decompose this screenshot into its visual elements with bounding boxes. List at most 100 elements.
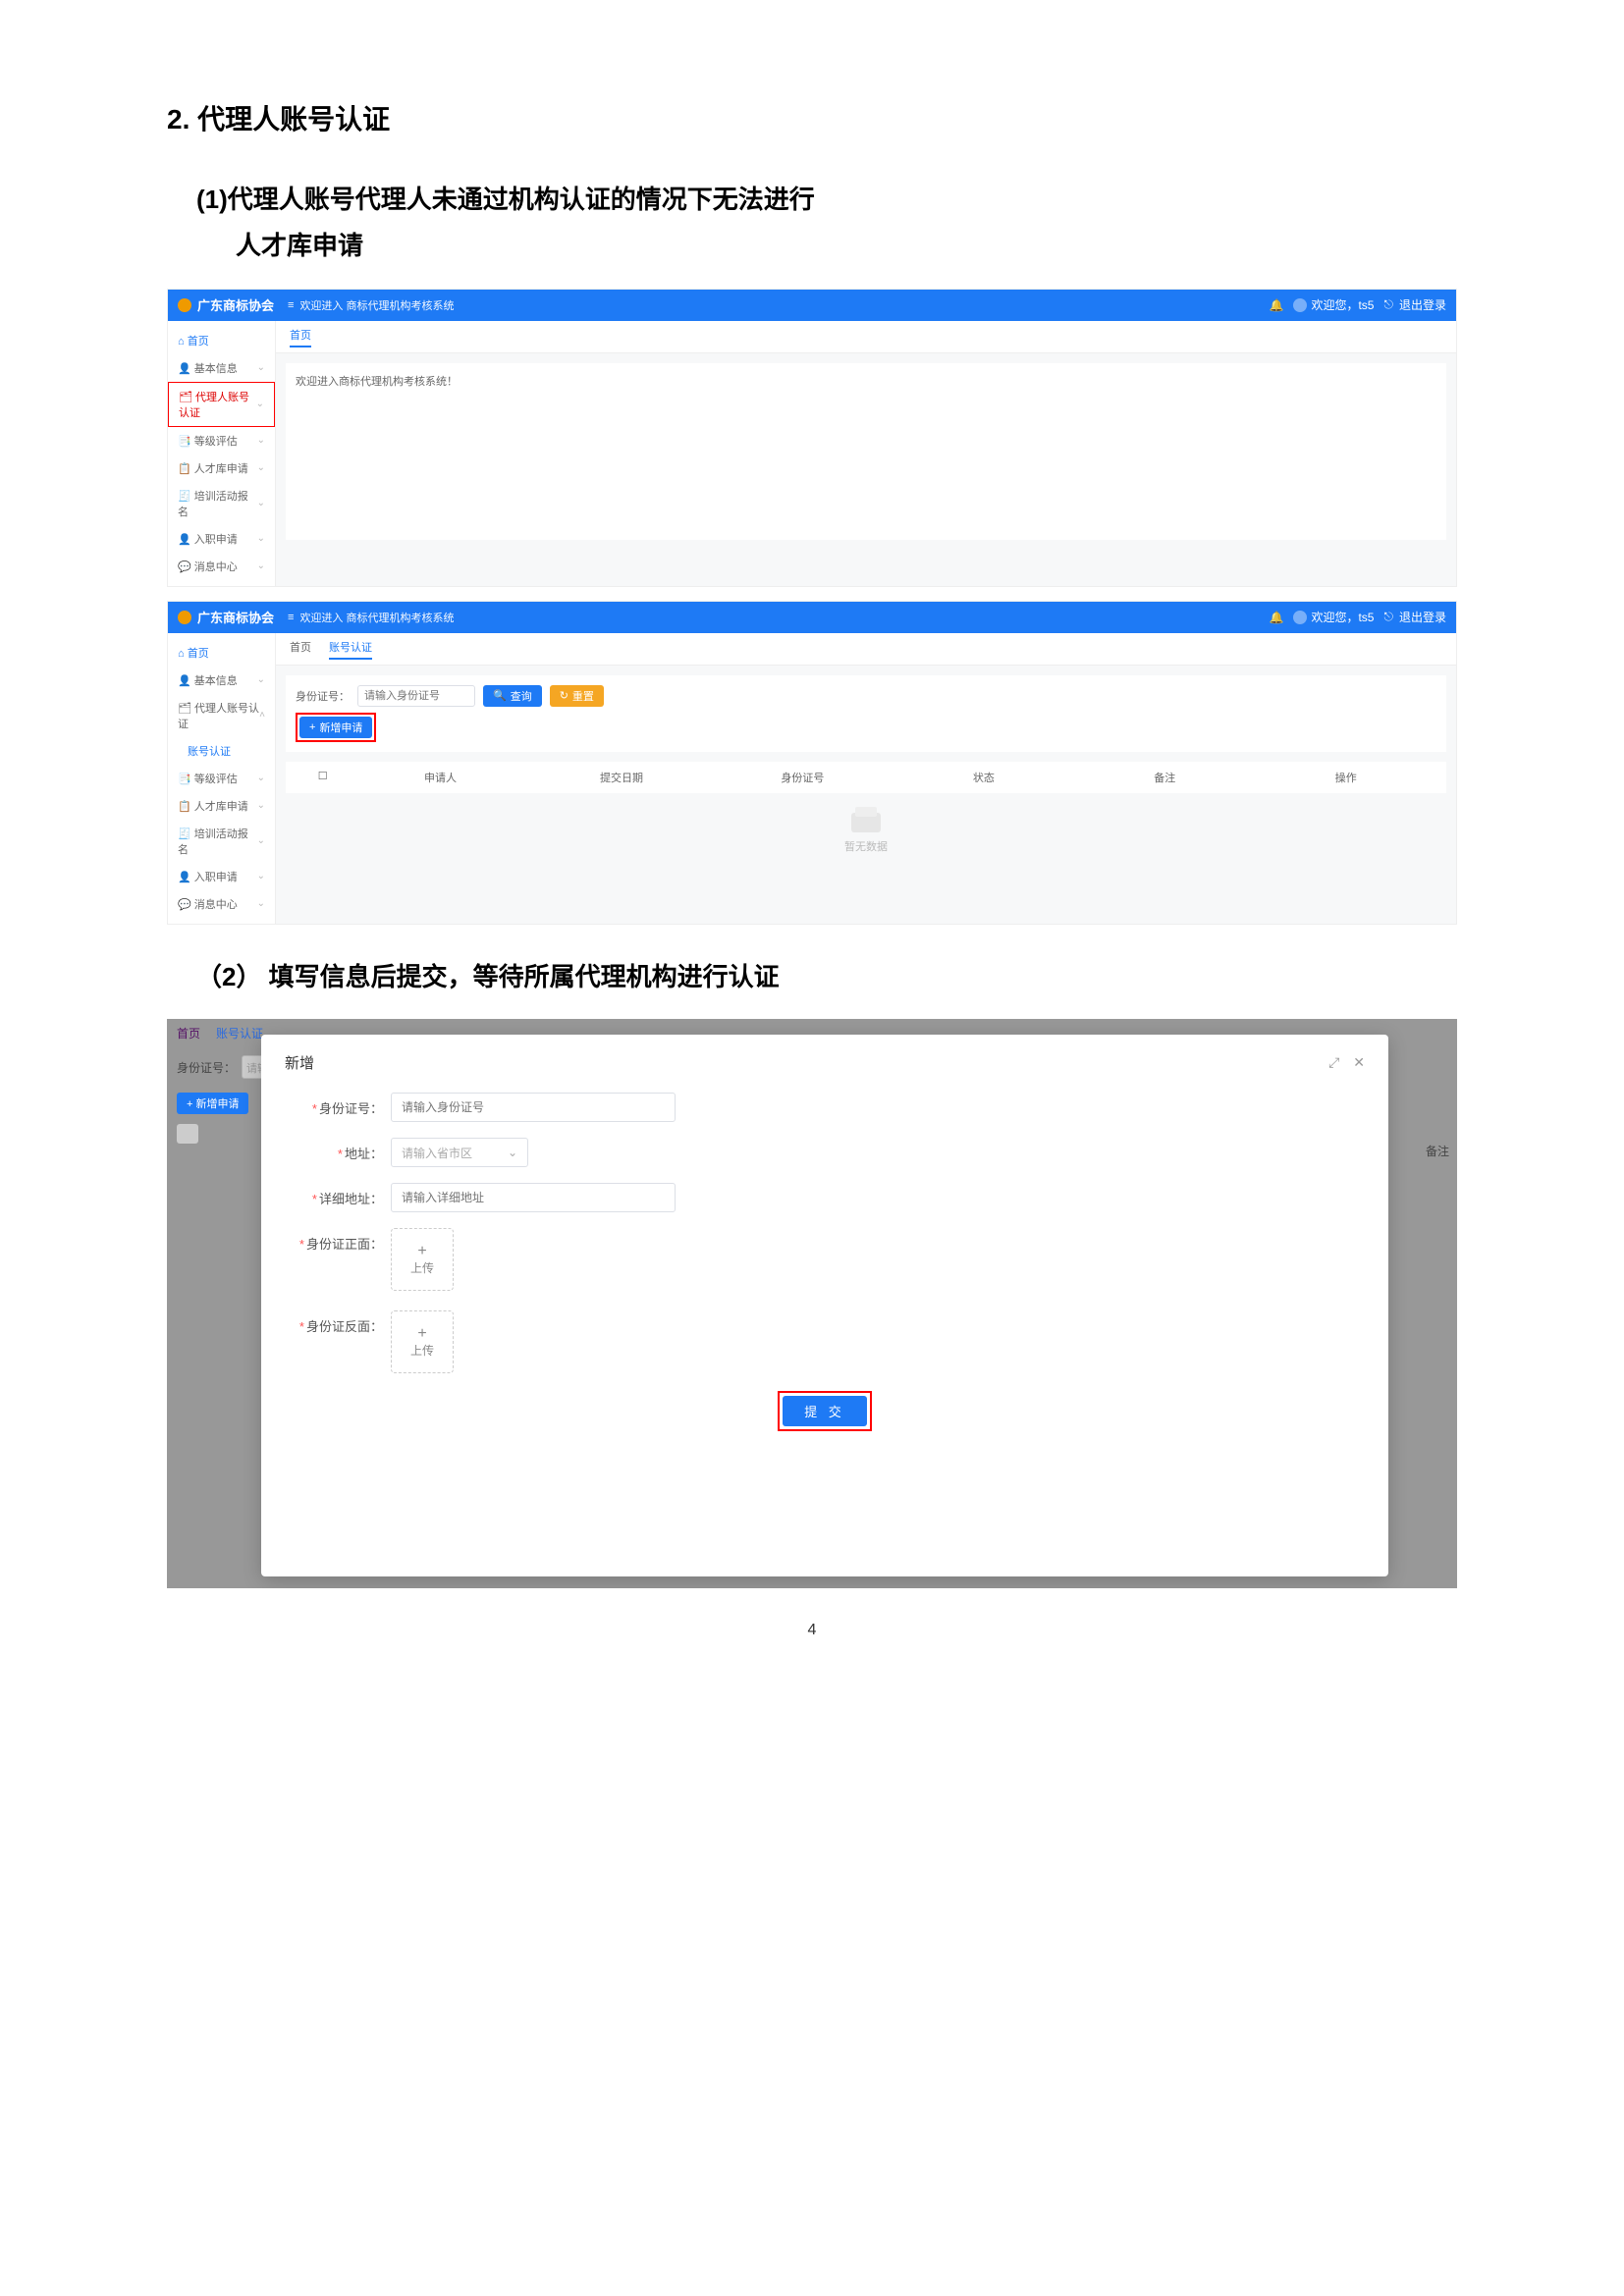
add-button[interactable]: +新增申请 <box>299 717 372 738</box>
header-subtitle: ≡ 欢迎进入 商标代理机构考核系统 <box>288 297 454 313</box>
upload-front[interactable]: + 上传 <box>391 1228 454 1291</box>
nav-train[interactable]: 🧾 培训活动报名⌄ <box>168 820 275 863</box>
menu-icon[interactable]: ≡ <box>288 612 294 623</box>
nav-auth[interactable]: 🗂 代理人账号认证˄ <box>168 694 275 737</box>
figure-2: 广东商标协会 ≡ 欢迎进入 商标代理机构考核系统 🔔 欢迎您，ts5 ⎋ 退出登… <box>167 601 1457 925</box>
bg-tab-home[interactable]: 首页 <box>177 1025 200 1041</box>
dialog: 新增 ⤢ ✕ *身份证号： *地址： 请输入省市区⌄ *详细地址： <box>261 1035 1388 1576</box>
brand-name: 广东商标协会 <box>197 295 274 314</box>
nav-home-label: 首页 <box>188 648 209 660</box>
nav-msg[interactable]: 💬 消息中心⌄ <box>168 553 275 580</box>
chevron-down-icon: ⌄ <box>257 362 265 373</box>
logout-link[interactable]: 退出登录 <box>1399 609 1446 625</box>
chevron-down-icon: ⌄ <box>257 674 265 685</box>
reset-label: 重置 <box>572 688 594 704</box>
expand-icon[interactable]: ⤢ <box>1328 1054 1339 1071</box>
chevron-down-icon: ⌄ <box>257 435 265 446</box>
chevron-down-icon: ⌄ <box>257 898 265 909</box>
nav-home[interactable]: ⌂ 首页 <box>168 327 275 354</box>
plus-icon: + <box>417 1244 426 1259</box>
bg-checkbox[interactable] <box>177 1124 198 1144</box>
table-header: ☐ 申请人 提交日期 身份证号 状态 备注 操作 <box>286 762 1446 793</box>
welcome-text: 欢迎您，ts5 <box>1311 609 1374 625</box>
nav-entry[interactable]: 👤 入职申请⌄ <box>168 863 275 890</box>
nav-msg-label: 消息中心 <box>194 899 238 911</box>
nav-basic-label: 基本信息 <box>194 675 238 687</box>
home-icon: ⌂ <box>178 336 185 347</box>
field-id-input[interactable] <box>391 1093 676 1122</box>
col-checkbox[interactable]: ☐ <box>296 770 350 785</box>
heading-main: 2. 代理人账号认证 <box>167 98 1457 137</box>
empty-icon <box>851 813 881 832</box>
field-addr-placeholder: 请输入省市区 <box>402 1145 472 1161</box>
bell-icon[interactable]: 🔔 <box>1270 611 1284 624</box>
close-icon[interactable]: ✕ <box>1353 1054 1365 1071</box>
reset-button[interactable]: ↻重置 <box>550 685 604 707</box>
receipt-icon: 🧾 <box>178 491 191 503</box>
upload-back[interactable]: + 上传 <box>391 1310 454 1373</box>
chevron-down-icon: ⌄ <box>508 1146 517 1159</box>
heading-sub-2: （2） 填写信息后提交，等待所属代理机构进行认证 <box>196 954 1457 1000</box>
submit-button[interactable]: 提 交 <box>783 1396 867 1426</box>
nav-train[interactable]: 🧾 培训活动报名⌄ <box>168 482 275 525</box>
id-input[interactable] <box>357 685 475 707</box>
nav-basic[interactable]: 👤 基本信息⌄ <box>168 354 275 382</box>
nav-talent[interactable]: 📋 人才库申请⌄ <box>168 454 275 482</box>
chat-icon: 💬 <box>178 561 191 573</box>
nav-rank[interactable]: 📑 等级评估⌄ <box>168 765 275 792</box>
logout-link[interactable]: 退出登录 <box>1399 296 1446 313</box>
bg-tab-auth[interactable]: 账号认证 <box>216 1025 263 1041</box>
nav-auth-sub-label: 账号认证 <box>188 743 231 759</box>
nav-entry[interactable]: 👤 入职申请⌄ <box>168 525 275 553</box>
logout-icon[interactable]: ⎋ <box>1383 297 1393 312</box>
nav-talent-label: 人才库申请 <box>194 463 248 475</box>
nav-auth-sub[interactable]: 账号认证 <box>168 737 275 765</box>
doc-icon: 📑 <box>178 774 191 785</box>
chevron-down-icon: ⌄ <box>257 533 265 544</box>
bell-icon[interactable]: 🔔 <box>1270 298 1284 312</box>
menu-icon[interactable]: ≡ <box>288 299 294 311</box>
col-idno: 身份证号 <box>712 770 893 785</box>
search-icon: 🔍 <box>493 689 507 702</box>
tab-auth[interactable]: 账号认证 <box>329 639 372 659</box>
welcome-text: 欢迎您，ts5 <box>1311 296 1374 313</box>
figure-3: 首页 账号认证 身份证号： 请输 + 新增申请 备注 新增 ⤢ <box>167 1019 1457 1588</box>
nav-auth[interactable]: 🗂 代理人账号认证⌄ <box>168 382 275 427</box>
empty-text: 暂无数据 <box>276 838 1456 854</box>
submit-highlight: 提 交 <box>778 1391 872 1431</box>
tabs: 首页 账号认证 <box>276 633 1456 666</box>
search-button[interactable]: 🔍查询 <box>483 685 542 707</box>
tab-home[interactable]: 首页 <box>290 327 311 347</box>
nav-rank[interactable]: 📑 等级评估⌄ <box>168 427 275 454</box>
chevron-down-icon: ⌄ <box>257 773 265 783</box>
nav-talent[interactable]: 📋 人才库申请⌄ <box>168 792 275 820</box>
chevron-down-icon: ⌄ <box>257 498 265 508</box>
col-remark: 备注 <box>1074 770 1255 785</box>
toolbar: 身份证号： 🔍查询 ↻重置 +新增申请 <box>286 675 1446 752</box>
nav-msg[interactable]: 💬 消息中心 ⌄ <box>168 890 275 918</box>
bg-add-button[interactable]: + 新增申请 <box>177 1093 248 1114</box>
logout-icon[interactable]: ⎋ <box>1383 610 1393 624</box>
home-icon: ⌂ <box>178 648 185 660</box>
chat-icon: 💬 <box>178 899 191 911</box>
field-addr2-input[interactable] <box>391 1183 676 1212</box>
nav-home-label: 首页 <box>188 336 209 347</box>
field-front-label: 身份证正面： <box>306 1237 383 1252</box>
upload-label: 上传 <box>410 1342 434 1359</box>
figure-1: 广东商标协会 ≡ 欢迎进入 商标代理机构考核系统 🔔 欢迎您，ts5 ⎋ 退出登… <box>167 289 1457 587</box>
avatar[interactable] <box>1293 298 1307 312</box>
sidebar: ⌂ 首页 👤 基本信息⌄ 🗂 代理人账号认证˄ 账号认证 📑 等级评估⌄ 📋 人… <box>168 633 276 924</box>
chevron-down-icon: ⌄ <box>257 561 265 571</box>
dialog-title: 新增 <box>285 1052 314 1073</box>
nav-rank-label: 等级评估 <box>194 436 238 448</box>
chevron-down-icon: ⌄ <box>256 399 264 409</box>
upload-label: 上传 <box>410 1259 434 1276</box>
tab-home[interactable]: 首页 <box>290 639 311 659</box>
field-addr-select[interactable]: 请输入省市区 ⌄ <box>391 1138 528 1167</box>
nav-basic[interactable]: 👤 基本信息⌄ <box>168 667 275 694</box>
nav-home[interactable]: ⌂ 首页 <box>168 639 275 667</box>
bg-col-remark: 备注 <box>1426 1143 1449 1159</box>
col-applicant: 申请人 <box>350 770 530 785</box>
avatar[interactable] <box>1293 611 1307 624</box>
bg-id-label: 身份证号： <box>177 1059 236 1076</box>
